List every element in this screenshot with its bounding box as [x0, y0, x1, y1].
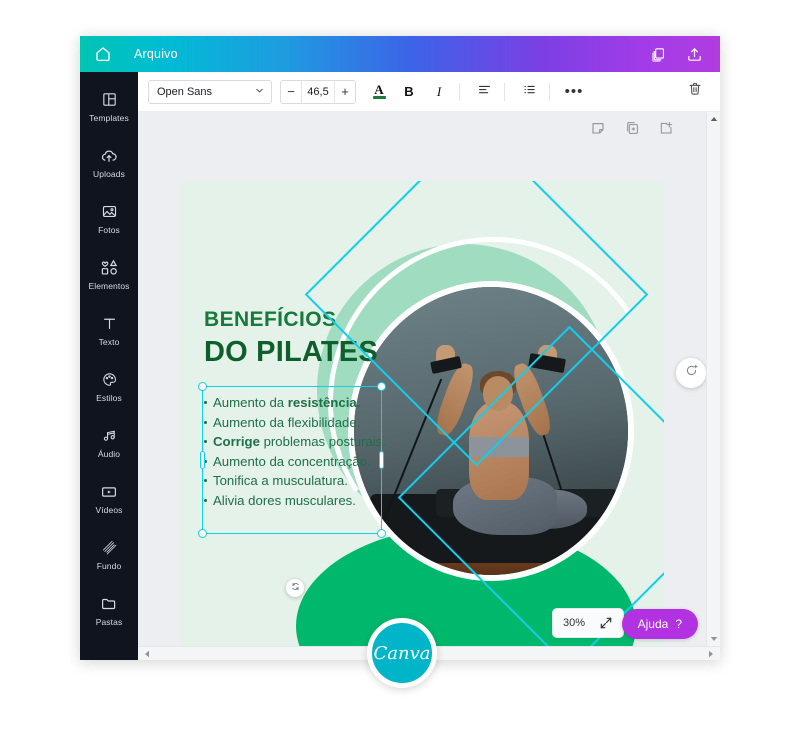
top-bar-actions: [648, 44, 704, 64]
font-family-select[interactable]: Open Sans: [148, 79, 272, 104]
sidebar-item-audio[interactable]: Áudio: [80, 414, 138, 470]
sidebar-item-fotos[interactable]: Fotos: [80, 190, 138, 246]
top-bar: Arquivo: [80, 36, 720, 72]
text-t-icon: [101, 314, 118, 334]
share-upload-icon[interactable]: [684, 44, 704, 64]
sidebar-item-label: Uploads: [93, 168, 125, 179]
rotate-icon: [290, 579, 301, 597]
palette-icon: [101, 370, 118, 390]
canva-logo-badge: Canva: [367, 618, 437, 688]
help-question-mark: ?: [675, 617, 682, 631]
design-page[interactable]: BENEFÍCIOS DO PILATES Aumento da resistê…: [180, 181, 664, 660]
sidebar-item-texto[interactable]: Texto: [80, 302, 138, 358]
sidebar-item-elementos[interactable]: Elementos: [80, 246, 138, 302]
font-size-stepper: − 46,5 +: [280, 79, 356, 104]
text-color-label: A: [374, 82, 384, 97]
canva-wordmark: Canva: [373, 642, 431, 664]
sidebar-item-fundo[interactable]: Fundo: [80, 526, 138, 582]
sidebar-item-label: Áudio: [97, 448, 121, 459]
font-size-input[interactable]: 46,5: [301, 80, 335, 103]
sidebar-item-uploads[interactable]: Uploads: [80, 134, 138, 190]
text-color-swatch: [372, 96, 386, 99]
left-sidebar: Templates Uploads Fotos Elementos Texto …: [80, 72, 138, 660]
bold-label: B: [404, 84, 414, 99]
more-options-label: •••: [564, 82, 584, 100]
add-page-icon[interactable]: [658, 120, 674, 136]
font-family-value: Open Sans: [157, 85, 213, 98]
bold-button[interactable]: B: [396, 79, 422, 105]
templates-icon: [101, 90, 118, 110]
sidebar-item-templates[interactable]: Templates: [80, 78, 138, 134]
bullet-list-button[interactable]: [516, 79, 542, 105]
scroll-left-button[interactable]: [140, 647, 154, 660]
resize-handle-middle-left[interactable]: [200, 451, 205, 469]
italic-label: I: [436, 83, 442, 99]
sidebar-item-videos[interactable]: Vídeos: [80, 470, 138, 526]
resize-handle-top-right[interactable]: [377, 382, 386, 391]
scroll-right-button[interactable]: [704, 647, 718, 660]
duplicate-page-icon[interactable]: [624, 120, 640, 136]
music-note-icon: [101, 426, 118, 446]
folder-icon: [100, 594, 118, 614]
sidebar-item-label: Pastas: [95, 616, 123, 627]
scroll-down-button[interactable]: [707, 632, 720, 646]
text-selection-box[interactable]: [198, 382, 386, 538]
sidebar-item-label: Fotos: [98, 224, 120, 235]
video-play-icon: [100, 482, 118, 502]
vertical-scrollbar[interactable]: [706, 112, 720, 660]
expand-arrows-icon[interactable]: [599, 616, 613, 630]
file-menu[interactable]: Arquivo: [134, 47, 178, 61]
canvas-area[interactable]: BENEFÍCIOS DO PILATES Aumento da resistê…: [138, 112, 720, 660]
font-size-increase-button[interactable]: +: [335, 81, 355, 103]
cloud-upload-icon: [100, 146, 118, 166]
chevron-down-icon: [254, 83, 265, 101]
trash-icon: [687, 81, 703, 102]
sidebar-item-estilos[interactable]: Estilos: [80, 358, 138, 414]
resize-handle-bottom-left[interactable]: [198, 529, 207, 538]
text-toolbar: Open Sans − 46,5 + A B I •••: [138, 72, 720, 112]
toolbar-divider: [504, 82, 505, 101]
help-label: Ajuda: [637, 617, 669, 631]
sidebar-item-label: Texto: [98, 336, 120, 347]
canva-editor-window: Arquivo Templates Uploads Fotos Elemento…: [80, 36, 720, 660]
more-options-button[interactable]: •••: [561, 79, 587, 105]
rotate-handle-large[interactable]: [676, 358, 706, 388]
zoom-control: 30%: [551, 608, 624, 638]
sticky-note-icon[interactable]: [590, 120, 606, 136]
sidebar-item-label: Fundo: [96, 560, 122, 571]
copy-icon[interactable]: [648, 44, 668, 64]
toolbar-divider: [549, 82, 550, 101]
align-left-icon: [477, 82, 492, 102]
italic-button[interactable]: I: [426, 79, 452, 105]
rotate-handle-small[interactable]: [286, 579, 304, 597]
text-color-button[interactable]: A: [366, 79, 392, 105]
rotate-plus-icon: [684, 363, 699, 383]
design-title-line1[interactable]: BENEFÍCIOS: [204, 308, 336, 332]
scroll-up-button[interactable]: [707, 112, 720, 126]
font-size-decrease-button[interactable]: −: [281, 81, 301, 103]
resize-handle-top-left[interactable]: [198, 382, 207, 391]
home-icon[interactable]: [92, 43, 114, 65]
sidebar-item-label: Templates: [89, 112, 129, 123]
sidebar-item-pastas[interactable]: Pastas: [80, 582, 138, 638]
delete-button[interactable]: [682, 79, 708, 105]
resize-handle-middle-right[interactable]: [379, 451, 384, 469]
toolbar-divider: [459, 82, 460, 101]
photo-icon: [101, 202, 118, 222]
zoom-level-value[interactable]: 30%: [563, 617, 585, 629]
hatch-pattern-icon: [101, 538, 118, 558]
help-button[interactable]: Ajuda ?: [621, 609, 698, 639]
sidebar-item-label: Estilos: [96, 392, 122, 403]
align-left-button[interactable]: [471, 79, 497, 105]
bullet-list-icon: [522, 82, 537, 102]
sidebar-item-label: Vídeos: [95, 504, 123, 515]
page-tools: [590, 120, 674, 136]
resize-handle-bottom-right[interactable]: [377, 529, 386, 538]
sidebar-item-label: Elementos: [88, 280, 130, 291]
shapes-icon: [100, 258, 119, 278]
